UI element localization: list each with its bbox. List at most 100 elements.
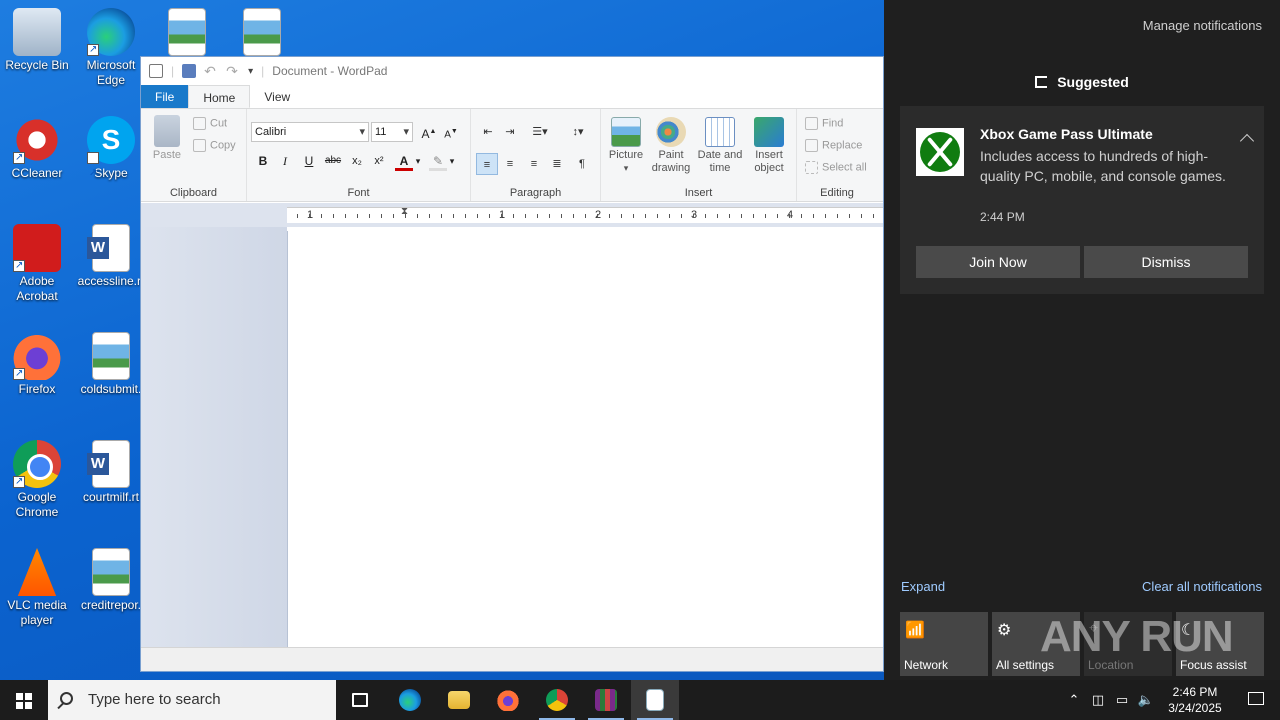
taskbar-firefox[interactable] xyxy=(484,680,532,720)
folder-icon xyxy=(448,691,470,709)
ruler-tick xyxy=(333,214,334,218)
select-all-button[interactable]: Select all xyxy=(805,161,867,174)
align-right-button[interactable]: ≡ xyxy=(523,153,545,175)
tab-view[interactable]: View xyxy=(250,85,304,108)
ruler-tick xyxy=(345,214,346,218)
italic-button[interactable]: I xyxy=(275,151,295,171)
replace-button[interactable]: Replace xyxy=(805,139,862,152)
tab-home[interactable]: Home xyxy=(188,85,251,108)
underline-button[interactable]: U xyxy=(299,151,319,171)
cut-button[interactable]: Cut xyxy=(193,117,227,130)
font-family-select[interactable]: Calibri xyxy=(251,122,369,142)
join-now-button[interactable]: Join Now xyxy=(916,246,1080,278)
expand-link[interactable]: Expand xyxy=(901,579,945,594)
bold-button[interactable]: B xyxy=(253,151,273,171)
desktop-icon-image-file[interactable] xyxy=(225,8,299,58)
desktop-icon-skype[interactable]: S Skype xyxy=(74,116,148,198)
ruler-tick xyxy=(309,214,310,218)
xbox-notification[interactable]: Xbox Game Pass Ultimate Includes access … xyxy=(900,106,1264,294)
ruler-number: 2 xyxy=(595,209,602,221)
taskbar-search-box[interactable]: Type here to search xyxy=(48,680,336,720)
desktop-icon-creditrepor[interactable]: creditrepor. xyxy=(74,548,148,613)
group-title: Insert xyxy=(684,187,713,199)
anyrun-watermark: ANY RUN xyxy=(1040,612,1234,661)
paste-button[interactable]: Paste xyxy=(151,115,183,162)
undo-icon[interactable]: ↶ xyxy=(204,64,218,78)
desktop-icon-label: creditrepor. xyxy=(80,598,142,612)
desktop-icon-acrobat[interactable]: Adobe Acrobat xyxy=(0,224,74,304)
clear-all-notifications-link[interactable]: Clear all notifications xyxy=(1142,579,1262,594)
chevron-up-icon[interactable] xyxy=(1239,133,1255,149)
volume-icon[interactable]: 🔈 xyxy=(1134,692,1158,708)
line-spacing-icon[interactable]: ↕▾ xyxy=(563,121,593,143)
highlight-dropdown-icon[interactable]: ▾ xyxy=(447,151,457,171)
align-center-button[interactable]: ≡ xyxy=(499,153,521,175)
desktop-icon-recycle-bin[interactable]: Recycle Bin xyxy=(0,8,74,73)
strikethrough-button[interactable]: abc xyxy=(323,151,343,171)
ruler-tick xyxy=(453,214,454,218)
ruler-number: 1 xyxy=(499,209,506,221)
desktop-icon-edge[interactable]: Microsoft Edge xyxy=(74,8,148,88)
customize-qat-dropdown-icon[interactable]: ▾ xyxy=(248,66,253,77)
desktop-icon-ccleaner[interactable]: CCleaner xyxy=(0,116,74,181)
task-view-button[interactable] xyxy=(336,680,384,720)
text-color-button[interactable]: A xyxy=(395,151,413,171)
save-icon[interactable] xyxy=(182,64,197,78)
picture-dropdown-icon[interactable]: ▾ xyxy=(624,163,629,173)
justify-button[interactable]: ≣ xyxy=(546,153,568,175)
paint-drawing-button[interactable]: Paint drawing xyxy=(649,117,693,175)
subscript-button[interactable]: x₂ xyxy=(347,151,367,171)
desktop-icon-vlc[interactable]: VLC media player xyxy=(0,548,74,628)
paste-label: Paste xyxy=(152,149,182,161)
desktop-icon-chrome[interactable]: Google Chrome xyxy=(0,440,74,520)
highlight-icon[interactable]: ✎ xyxy=(429,151,447,171)
decrease-indent-icon[interactable]: ⇤ xyxy=(477,121,499,143)
winrar-icon xyxy=(595,689,617,711)
desktop-icon-accessline[interactable]: accessline.rt xyxy=(74,224,148,289)
tab-file[interactable]: File xyxy=(141,85,189,108)
action-center-button[interactable] xyxy=(1232,680,1280,720)
shrink-font-button[interactable]: A▼ xyxy=(441,122,461,142)
clock[interactable]: 2:46 PM 3/24/2025 xyxy=(1158,684,1232,716)
bullets-icon[interactable]: ☰▾ xyxy=(525,121,555,143)
ruler-tick xyxy=(501,214,502,218)
paragraph-settings-icon[interactable]: ¶ xyxy=(571,153,593,175)
clipboard-group: Paste Cut Copy Clipboard xyxy=(141,109,247,201)
increase-indent-icon[interactable]: ⇥ xyxy=(499,121,521,143)
find-button[interactable]: Find xyxy=(805,117,843,130)
wordpad-app-icon[interactable] xyxy=(149,64,163,78)
desktop-icon-image-file[interactable] xyxy=(150,8,224,58)
taskbar-wordpad[interactable] xyxy=(631,680,679,720)
ruler-tick xyxy=(549,214,550,218)
text-color-dropdown-icon[interactable]: ▾ xyxy=(413,151,423,171)
ruler-tick xyxy=(321,214,322,218)
taskbar-edge[interactable] xyxy=(386,680,434,720)
acrobat-icon xyxy=(13,224,61,273)
taskbar-winrar[interactable] xyxy=(582,680,630,720)
date-and-time-button[interactable]: Date and time xyxy=(695,117,745,175)
quick-action-network[interactable]: 📶 Network xyxy=(900,612,988,676)
manage-notifications-link[interactable]: Manage notifications xyxy=(1143,18,1262,33)
taskbar-chrome[interactable] xyxy=(533,680,581,720)
dismiss-button[interactable]: Dismiss xyxy=(1084,246,1248,278)
network-icon[interactable]: ▭ xyxy=(1110,692,1134,708)
insert-object-button[interactable]: Insert object xyxy=(747,117,791,175)
suggested-header: Suggested xyxy=(884,74,1280,90)
redo-icon[interactable]: ↷ xyxy=(226,64,240,78)
meet-now-icon[interactable]: ◫ xyxy=(1086,692,1110,708)
picture-button[interactable]: Picture ▾ xyxy=(605,117,647,175)
chevron-up-icon[interactable]: ⌃ xyxy=(1062,692,1086,708)
desktop-icon-label: Firefox xyxy=(18,382,56,396)
superscript-button[interactable]: x² xyxy=(369,151,389,171)
taskbar-file-explorer[interactable] xyxy=(435,680,483,720)
desktop-icon-coldsubmit[interactable]: coldsubmit. xyxy=(74,332,148,397)
start-button[interactable] xyxy=(0,680,48,720)
align-left-button[interactable]: ≡ xyxy=(476,153,498,175)
desktop-icon-courtmilf[interactable]: courtmilf.rt xyxy=(74,440,148,505)
font-size-select[interactable]: 11 xyxy=(371,122,413,142)
document-page[interactable] xyxy=(287,231,883,647)
grow-font-button[interactable]: A▲ xyxy=(419,122,439,142)
ruler[interactable]: 1 ⧗ 1 2 3 4 xyxy=(287,206,883,223)
desktop-icon-firefox[interactable]: Firefox xyxy=(0,332,74,397)
copy-button[interactable]: Copy xyxy=(193,139,236,152)
